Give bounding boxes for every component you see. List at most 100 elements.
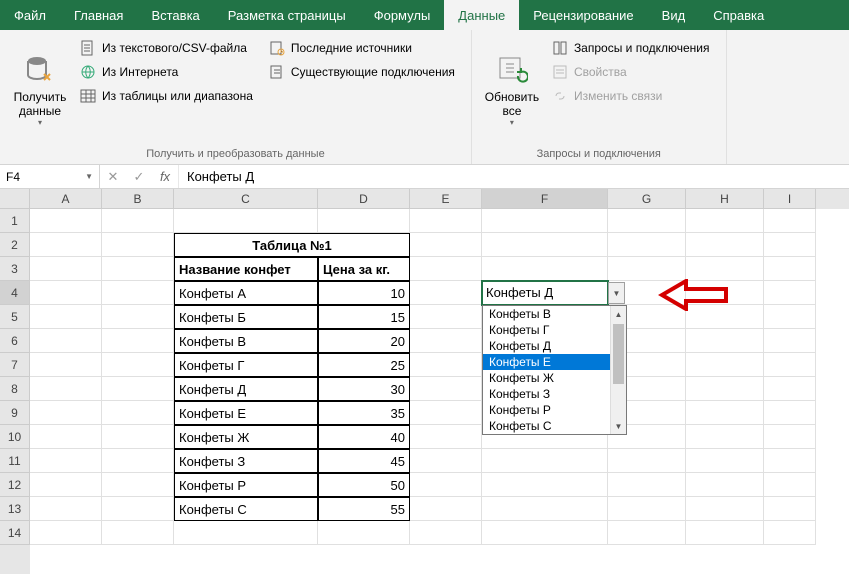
row-header-11[interactable]: 11 [0, 449, 30, 473]
table-title[interactable]: Таблица №1 [174, 233, 410, 257]
scroll-thumb[interactable] [613, 324, 624, 384]
table-cell[interactable]: Конфеты З [174, 449, 318, 473]
select-all-corner[interactable] [0, 189, 30, 209]
col-header-b[interactable]: B [102, 189, 174, 209]
refresh-icon [496, 54, 528, 86]
tab-help[interactable]: Справка [699, 0, 778, 30]
table-header-name[interactable]: Название конфет [174, 257, 318, 281]
tab-page-layout[interactable]: Разметка страницы [214, 0, 360, 30]
scroll-up-icon[interactable]: ▲ [611, 306, 626, 322]
dropdown-option[interactable]: Конфеты В [483, 306, 626, 322]
row-header-2[interactable]: 2 [0, 233, 30, 257]
table-cell[interactable]: 55 [318, 497, 410, 521]
from-web-button[interactable]: Из Интернета [76, 62, 257, 82]
from-text-csv-button[interactable]: Из текстового/CSV-файла [76, 38, 257, 58]
tab-formulas[interactable]: Формулы [360, 0, 445, 30]
table-cell[interactable]: Конфеты Б [174, 305, 318, 329]
row-header-7[interactable]: 7 [0, 353, 30, 377]
table-cell[interactable]: 20 [318, 329, 410, 353]
table-cell[interactable]: 25 [318, 353, 410, 377]
col-header-g[interactable]: G [608, 189, 686, 209]
dropdown-scrollbar[interactable]: ▲ ▼ [610, 306, 626, 434]
row-header-3[interactable]: 3 [0, 257, 30, 281]
row-header-10[interactable]: 10 [0, 425, 30, 449]
refresh-all-button[interactable]: Обновить все ▾ [480, 34, 544, 146]
queries-connections-button[interactable]: Запросы и подключения [548, 38, 714, 58]
col-header-d[interactable]: D [318, 189, 410, 209]
data-validation-dropdown-list[interactable]: Конфеты В Конфеты Г Конфеты Д Конфеты Е … [482, 305, 627, 435]
table-cell[interactable]: 35 [318, 401, 410, 425]
col-header-f[interactable]: F [482, 189, 608, 209]
table-cell[interactable]: Конфеты А [174, 281, 318, 305]
queries-icon [552, 40, 568, 56]
tab-home[interactable]: Главная [60, 0, 137, 30]
table-cell[interactable]: Конфеты Д [174, 377, 318, 401]
accept-formula-button[interactable]: ✓ [126, 169, 152, 185]
table-cell[interactable]: 45 [318, 449, 410, 473]
cancel-formula-button[interactable]: ✕ [100, 169, 126, 185]
tab-data[interactable]: Данные [444, 0, 519, 30]
table-cell[interactable]: Конфеты В [174, 329, 318, 353]
row-header-1[interactable]: 1 [0, 209, 30, 233]
get-data-button[interactable]: Получить данные ▾ [8, 34, 72, 146]
links-icon [552, 88, 568, 104]
table-cell[interactable]: Конфеты Г [174, 353, 318, 377]
dropdown-option-highlighted[interactable]: Конфеты Е [483, 354, 626, 370]
col-header-e[interactable]: E [410, 189, 482, 209]
properties-button[interactable]: Свойства [548, 62, 714, 82]
table-cell[interactable]: 15 [318, 305, 410, 329]
row-header-4[interactable]: 4 [0, 281, 30, 305]
name-box[interactable]: F4▼ [0, 165, 100, 188]
col-header-i[interactable]: I [764, 189, 816, 209]
table-cell[interactable]: 10 [318, 281, 410, 305]
data-validation-dropdown-button[interactable]: ▼ [608, 282, 625, 304]
globe-icon [80, 64, 96, 80]
table-cell[interactable]: 40 [318, 425, 410, 449]
formula-input[interactable]: Конфеты Д [179, 165, 849, 188]
table-cell[interactable]: Конфеты Р [174, 473, 318, 497]
table-cell[interactable]: Конфеты С [174, 497, 318, 521]
database-icon [24, 54, 56, 86]
dropdown-option[interactable]: Конфеты З [483, 386, 626, 402]
cell-f4[interactable]: Конфеты Д [482, 281, 608, 305]
formula-bar: F4▼ ✕ ✓ fx Конфеты Д [0, 165, 849, 189]
tab-review[interactable]: Рецензирование [519, 0, 647, 30]
edit-links-button[interactable]: Изменить связи [548, 86, 714, 106]
ribbon-tabs: Файл Главная Вставка Разметка страницы Ф… [0, 0, 849, 30]
table-header-price[interactable]: Цена за кг. [318, 257, 410, 281]
csv-icon [80, 40, 96, 56]
row-header-12[interactable]: 12 [0, 473, 30, 497]
recent-icon [269, 40, 285, 56]
table-cell[interactable]: 50 [318, 473, 410, 497]
col-header-c[interactable]: C [174, 189, 318, 209]
recent-sources-button[interactable]: Последние источники [265, 38, 459, 58]
chevron-down-icon: ▼ [85, 172, 93, 181]
tab-file[interactable]: Файл [0, 0, 60, 30]
existing-connections-button[interactable]: Существующие подключения [265, 62, 459, 82]
fx-button[interactable]: fx [152, 169, 178, 184]
row-header-6[interactable]: 6 [0, 329, 30, 353]
row-header-14[interactable]: 14 [0, 521, 30, 545]
row-header-8[interactable]: 8 [0, 377, 30, 401]
group-get-transform: Получить данные ▾ Из текстового/CSV-файл… [0, 30, 472, 164]
table-cell[interactable]: 30 [318, 377, 410, 401]
dropdown-option[interactable]: Конфеты С [483, 418, 626, 434]
table-cell[interactable]: Конфеты Е [174, 401, 318, 425]
row-header-9[interactable]: 9 [0, 401, 30, 425]
dropdown-option[interactable]: Конфеты Ж [483, 370, 626, 386]
group-queries-connections: Обновить все ▾ Запросы и подключения Сво… [472, 30, 727, 164]
scroll-down-icon[interactable]: ▼ [611, 418, 626, 434]
dropdown-option[interactable]: Конфеты Р [483, 402, 626, 418]
dropdown-option[interactable]: Конфеты Д [483, 338, 626, 354]
tab-view[interactable]: Вид [648, 0, 700, 30]
col-header-h[interactable]: H [686, 189, 764, 209]
col-header-a[interactable]: A [30, 189, 102, 209]
row-header-13[interactable]: 13 [0, 497, 30, 521]
cells-area[interactable]: Таблица №1 Название конфетЦена за кг. Ко… [30, 209, 849, 545]
dropdown-option[interactable]: Конфеты Г [483, 322, 626, 338]
table-cell[interactable]: Конфеты Ж [174, 425, 318, 449]
row-header-5[interactable]: 5 [0, 305, 30, 329]
ribbon: Получить данные ▾ Из текстового/CSV-файл… [0, 30, 849, 165]
from-table-range-button[interactable]: Из таблицы или диапазона [76, 86, 257, 106]
tab-insert[interactable]: Вставка [137, 0, 213, 30]
